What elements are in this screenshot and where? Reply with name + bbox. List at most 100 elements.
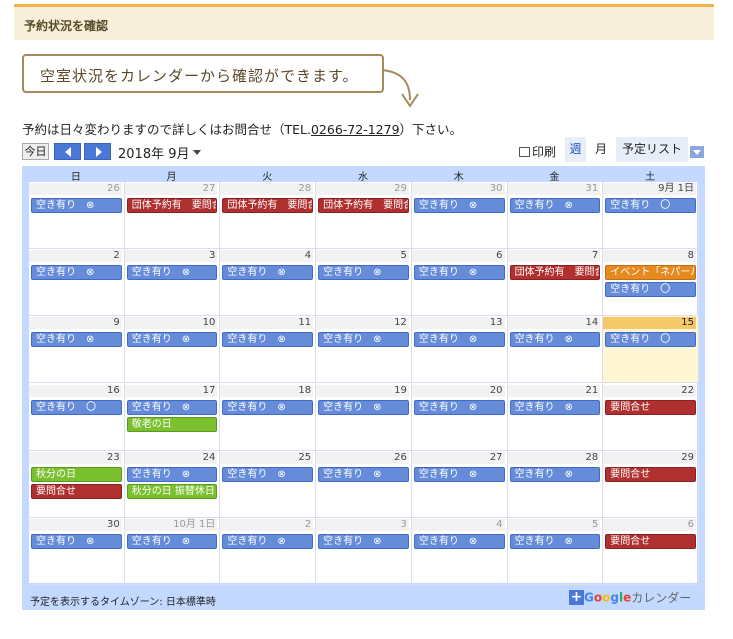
calendar-event[interactable]: 団体予約有 要問合せ bbox=[318, 198, 409, 213]
tab-agenda-list[interactable]: 予定リスト bbox=[616, 137, 688, 162]
month-dropdown-icon[interactable] bbox=[193, 150, 201, 155]
calendar-event[interactable]: 空き有り ⊗ bbox=[318, 265, 409, 281]
tab-month[interactable]: 月 bbox=[590, 137, 612, 162]
day-number: 15 bbox=[603, 317, 696, 330]
calendar-event[interactable]: 空き有り ⊗ bbox=[318, 332, 409, 348]
day-cell[interactable]: 4 空き有り ⊗ bbox=[411, 517, 508, 585]
calendar-event[interactable]: 空き有り ⊗ bbox=[126, 399, 218, 415]
calendar-event[interactable]: 空き有り ⊗ bbox=[413, 533, 505, 549]
day-cell[interactable]: 6 要問合せ bbox=[603, 517, 699, 585]
calendar-event[interactable]: 空き有り ⊗ bbox=[413, 332, 505, 348]
calendar-event[interactable]: 空き有り ⊗ bbox=[31, 198, 122, 213]
calendar-event[interactable]: 要問合せ bbox=[31, 483, 122, 499]
calendar-event[interactable]: 敬老の日 bbox=[126, 416, 218, 432]
calendar-event[interactable]: 空き有り ⊗ bbox=[413, 399, 505, 415]
calendar-event[interactable]: 要問合せ bbox=[605, 466, 696, 482]
calendar-event[interactable]: 空き有り ⊗ bbox=[509, 332, 601, 348]
today-button[interactable]: 今日 bbox=[22, 143, 49, 160]
calendar-event[interactable]: 空き有り ⊗ bbox=[31, 533, 122, 549]
day-cell[interactable]: 5 空き有り ⊗ bbox=[316, 249, 412, 317]
day-cell[interactable]: 29 団体予約有 要問合せ bbox=[316, 182, 412, 250]
day-cell[interactable]: 26 空き有り ⊗ bbox=[29, 182, 125, 250]
prev-month-button[interactable] bbox=[54, 143, 81, 160]
calendar-event[interactable]: 空き有り 〇 bbox=[605, 332, 696, 348]
day-cell[interactable]: 28 団体予約有 要問合せ bbox=[220, 182, 317, 250]
calendar-event[interactable]: 空き有り ⊗ bbox=[31, 332, 122, 348]
calendar-event[interactable]: 空き有り 〇 bbox=[31, 399, 122, 415]
print-button[interactable]: 印刷 bbox=[519, 143, 556, 160]
day-cell[interactable]: 28 空き有り ⊗ bbox=[507, 450, 604, 518]
day-cell[interactable]: 3 空き有り ⊗ bbox=[316, 517, 412, 585]
day-cell[interactable]: 10 空き有り ⊗ bbox=[124, 316, 221, 384]
day-cell[interactable]: 31 空き有り ⊗ bbox=[507, 182, 604, 250]
tab-week[interactable]: 週 bbox=[565, 137, 586, 162]
day-cell[interactable]: 27 団体予約有 要問合せ bbox=[124, 182, 221, 250]
calendar-event[interactable]: 空き有り ⊗ bbox=[509, 466, 601, 482]
phone-link[interactable]: 0266-72-1279 bbox=[311, 122, 400, 137]
calendar-event[interactable]: イベント「ネパール」 bbox=[605, 265, 696, 281]
calendar-event[interactable]: 空き有り ⊗ bbox=[222, 265, 314, 281]
day-cell[interactable]: 2 空き有り ⊗ bbox=[220, 517, 317, 585]
day-cell[interactable]: 25 空き有り ⊗ bbox=[220, 450, 317, 518]
calendar-event[interactable]: 空き有り ⊗ bbox=[126, 265, 218, 281]
day-cell[interactable]: 13 空き有り ⊗ bbox=[411, 316, 508, 384]
calendar-event[interactable]: 空き有り ⊗ bbox=[509, 198, 601, 213]
calendar-event[interactable]: 空き有り ⊗ bbox=[222, 332, 314, 348]
day-cell[interactable]: 20 空き有り ⊗ bbox=[411, 383, 508, 451]
day-cell[interactable]: 27 空き有り ⊗ bbox=[411, 450, 508, 518]
day-cell[interactable]: 9月 1日 空き有り 〇 bbox=[603, 182, 699, 250]
calendar-event[interactable]: 空き有り ⊗ bbox=[222, 466, 314, 482]
calendar-event[interactable]: 要問合せ bbox=[605, 399, 696, 415]
day-cell[interactable]: 8 イベント「ネパール」空き有り 〇 bbox=[603, 249, 699, 317]
calendar-event[interactable]: 要問合せ bbox=[605, 533, 696, 549]
day-cell[interactable]: 15 空き有り 〇 bbox=[603, 316, 699, 384]
calendar-event[interactable]: 秋分の日 bbox=[31, 466, 122, 482]
day-cell[interactable]: 26 空き有り ⊗ bbox=[316, 450, 412, 518]
calendar-event[interactable]: 空き有り ⊗ bbox=[31, 265, 122, 281]
calendar-event[interactable]: 空き有り ⊗ bbox=[509, 533, 601, 549]
day-cell[interactable]: 29 要問合せ bbox=[603, 450, 699, 518]
day-cell[interactable]: 24 空き有り ⊗ 秋分の日 振替休日 bbox=[124, 450, 221, 518]
day-cell[interactable]: 17 空き有り ⊗ 敬老の日 bbox=[124, 383, 221, 451]
calendar-event[interactable]: 空き有り ⊗ bbox=[222, 533, 314, 549]
chevron-down-icon[interactable] bbox=[690, 146, 704, 158]
calendar-event[interactable]: 空き有り ⊗ bbox=[413, 265, 505, 281]
day-cell[interactable]: 4 空き有り ⊗ bbox=[220, 249, 317, 317]
calendar-event[interactable]: 空き有り ⊗ bbox=[222, 399, 314, 415]
day-cell[interactable]: 6 空き有り ⊗ bbox=[411, 249, 508, 317]
day-cell[interactable]: 2 空き有り ⊗ bbox=[29, 249, 125, 317]
calendar-event[interactable]: 団体予約有 要問合せ bbox=[222, 198, 314, 213]
day-cell[interactable]: 5 空き有り ⊗ bbox=[507, 517, 604, 585]
day-cell[interactable]: 18 空き有り ⊗ bbox=[220, 383, 317, 451]
calendar-event[interactable]: 空き有り ⊗ bbox=[318, 533, 409, 549]
calendar-event[interactable]: 団体予約有 要問合せ bbox=[509, 265, 601, 281]
day-cell[interactable]: 3 空き有り ⊗ bbox=[124, 249, 221, 317]
day-cell[interactable]: 9 空き有り ⊗ bbox=[29, 316, 125, 384]
calendar-event[interactable]: 空き有り ⊗ bbox=[413, 466, 505, 482]
google-calendar-link[interactable]: + Googleカレンダー bbox=[569, 587, 691, 606]
calendar-event[interactable]: 秋分の日 振替休日 bbox=[126, 483, 218, 499]
day-cell[interactable]: 22 要問合せ bbox=[603, 383, 699, 451]
calendar-event[interactable]: 空き有り ⊗ bbox=[413, 198, 505, 213]
calendar-event[interactable]: 空き有り ⊗ bbox=[318, 399, 409, 415]
day-cell[interactable]: 11 空き有り ⊗ bbox=[220, 316, 317, 384]
calendar-event[interactable]: 空き有り ⊗ bbox=[126, 332, 218, 348]
day-cell[interactable]: 7 団体予約有 要問合せ bbox=[507, 249, 604, 317]
calendar-event[interactable]: 空き有り ⊗ bbox=[318, 466, 409, 482]
day-cell[interactable]: 12 空き有り ⊗ bbox=[316, 316, 412, 384]
calendar-event[interactable]: 空き有り ⊗ bbox=[509, 399, 601, 415]
calendar-event[interactable]: 空き有り ⊗ bbox=[126, 466, 218, 482]
day-cell[interactable]: 16 空き有り 〇 bbox=[29, 383, 125, 451]
day-cell[interactable]: 23 秋分の日 要問合せ bbox=[29, 450, 125, 518]
calendar-event[interactable]: 空き有り 〇 bbox=[605, 282, 696, 298]
day-cell[interactable]: 14 空き有り ⊗ bbox=[507, 316, 604, 384]
day-cell[interactable]: 30 空き有り ⊗ bbox=[29, 517, 125, 585]
day-cell[interactable]: 10月 1日 空き有り ⊗ bbox=[124, 517, 221, 585]
calendar-event[interactable]: 団体予約有 要問合せ bbox=[126, 198, 218, 213]
day-cell[interactable]: 30 空き有り ⊗ bbox=[411, 182, 508, 250]
day-cell[interactable]: 19 空き有り ⊗ bbox=[316, 383, 412, 451]
next-month-button[interactable] bbox=[84, 143, 111, 160]
calendar-event[interactable]: 空き有り ⊗ bbox=[126, 533, 218, 549]
day-cell[interactable]: 21 空き有り ⊗ bbox=[507, 383, 604, 451]
calendar-event[interactable]: 空き有り 〇 bbox=[605, 198, 696, 213]
